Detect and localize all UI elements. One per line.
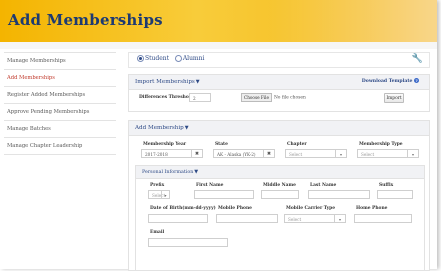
chevron-down-icon: ▼ <box>184 125 189 131</box>
membership-year-select[interactable]: 2017-2018 ✖ <box>141 149 203 158</box>
mobile-phone-label: Mobile Phone <box>218 206 252 211</box>
member-type-radios: Student Alumni <box>137 55 204 62</box>
personal-information-header[interactable]: Personal Information▼ <box>136 166 424 179</box>
sidebar-item-manage-memberships[interactable]: Manage Memberships <box>4 52 116 70</box>
import-button[interactable]: Import <box>384 93 404 103</box>
file-chooser[interactable]: Choose File No file chosen <box>241 93 306 102</box>
suffix-input[interactable] <box>377 190 413 199</box>
sidebar-item-register-added-memberships[interactable]: Register Added Memberships <box>4 87 116 104</box>
chapter-select[interactable]: Select ▾ <box>285 149 347 158</box>
last-name-input[interactable] <box>308 190 370 199</box>
info-icon: ? <box>414 78 419 83</box>
sidebar-item-add-memberships[interactable]: Add Memberships <box>4 70 116 87</box>
mobile-phone-input[interactable] <box>216 214 278 223</box>
chevron-down-icon: ▼ <box>194 169 199 175</box>
prefix-label: Prefix <box>150 183 165 188</box>
differences-threshold-input[interactable]: 2 <box>189 93 211 102</box>
student-radio-label: Student <box>145 55 170 62</box>
membership-type-value: Select <box>361 152 375 157</box>
student-radio-option[interactable]: Student <box>137 55 171 62</box>
add-membership-title: Add Membership <box>135 125 184 131</box>
date-of-birth-input[interactable] <box>148 214 208 223</box>
alumni-radio[interactable] <box>174 55 182 62</box>
differences-threshold-label: Differences Threshold <box>139 95 194 100</box>
membership-type-label: Membership Type <box>359 142 403 147</box>
wrench-icon[interactable]: 🔧 <box>412 54 423 64</box>
chevron-down-icon: ▾ <box>407 150 418 157</box>
home-phone-label: Home Phone <box>356 206 388 211</box>
clear-icon[interactable]: ✖ <box>191 150 202 157</box>
sidebar-item-approve-pending-memberships[interactable]: Approve Pending Memberships <box>4 104 116 121</box>
first-name-label: First Name <box>196 183 224 188</box>
import-memberships-panel: Import Memberships▼ Download Template ? … <box>128 74 430 112</box>
mobile-carrier-label: Mobile Carrier Type <box>286 206 335 211</box>
state-select[interactable]: AK - Alaska (YK-2) ✖ <box>213 149 275 158</box>
sidebar-item-manage-batches[interactable]: Manage Batches <box>4 121 116 138</box>
last-name-label: Last Name <box>310 183 337 188</box>
mobile-carrier-select[interactable]: Select ▾ <box>284 214 346 223</box>
state-label: State <box>215 142 228 147</box>
first-name-input[interactable] <box>194 190 254 199</box>
state-value: AK - Alaska (YK-2) <box>217 152 256 157</box>
page-title: Add Memberships <box>8 11 163 29</box>
import-memberships-header[interactable]: Import Memberships▼ Download Template ? <box>129 75 429 90</box>
mobile-carrier-value: Select <box>288 217 302 222</box>
alumni-radio-option[interactable]: Alumni <box>174 55 205 62</box>
download-template-link[interactable]: Download Template ? <box>362 75 419 89</box>
sidebar-item-manage-chapter-leadership[interactable]: Manage Chapter Leadership <box>4 138 116 155</box>
chevron-down-icon: ▼ <box>195 79 200 85</box>
email-label: Email <box>150 230 165 235</box>
header-divider <box>0 42 437 49</box>
middle-name-input[interactable] <box>261 190 299 199</box>
date-of-birth-label: Date of Birth(mm-dd-yyyy) <box>150 206 216 211</box>
membership-year-value: 2017-2018 <box>145 152 168 157</box>
student-radio[interactable] <box>137 55 144 62</box>
chevron-down-icon: ▾ <box>334 215 345 222</box>
import-memberships-title: Import Memberships <box>135 79 195 85</box>
email-input[interactable] <box>148 238 228 247</box>
personal-information-panel: Personal Information▼ Prefix Select ▾ Fi… <box>135 165 425 271</box>
prefix-select[interactable]: Select ▾ <box>148 190 170 199</box>
clear-icon[interactable]: ✖ <box>263 150 274 157</box>
download-template-label: Download Template <box>361 79 413 84</box>
chapter-value: Select <box>289 152 303 157</box>
suffix-label: Suffix <box>379 183 394 188</box>
main-content: Student Alumni 🔧 Import Memberships▼ Dow… <box>128 52 430 271</box>
chevron-down-icon: ▾ <box>335 150 346 157</box>
sidebar-nav: Manage Memberships Add Memberships Regis… <box>4 52 116 155</box>
membership-type-select[interactable]: Select ▾ <box>357 149 419 158</box>
no-file-chosen-text: No file chosen <box>273 95 306 101</box>
add-membership-panel: Add Membership▼ Membership Year 2017-201… <box>128 120 430 271</box>
member-type-bar: Student Alumni 🔧 <box>128 52 430 68</box>
header-gradient <box>267 0 437 42</box>
app-window: Add Memberships Manage Memberships Add M… <box>0 0 437 271</box>
membership-year-label: Membership Year <box>143 142 187 147</box>
chevron-down-icon: ▾ <box>161 191 169 198</box>
page-header: Add Memberships <box>0 0 437 42</box>
choose-file-button[interactable]: Choose File <box>241 93 272 102</box>
alumni-radio-label: Alumni <box>182 55 205 62</box>
home-phone-input[interactable] <box>354 214 412 223</box>
middle-name-label: Middle Name <box>263 183 296 188</box>
chapter-label: Chapter <box>287 142 307 147</box>
personal-information-title: Personal Information <box>142 170 194 175</box>
add-membership-header[interactable]: Add Membership▼ <box>129 121 429 136</box>
